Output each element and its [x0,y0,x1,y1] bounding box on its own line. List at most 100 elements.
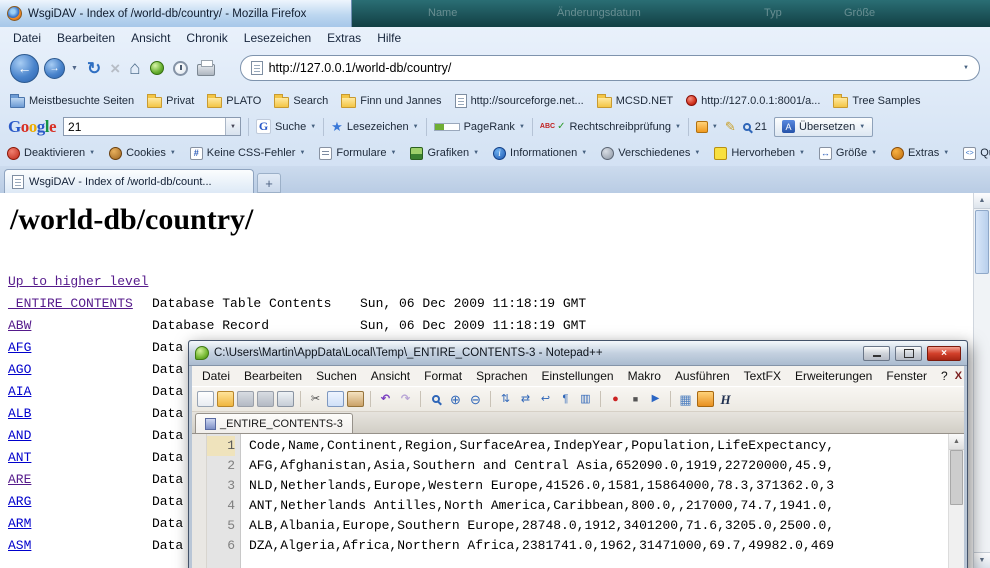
print-icon[interactable] [197,64,215,76]
bookmark-link[interactable]: http://127.0.0.1:8001/a... [686,95,820,107]
show-all-characters-icon[interactable] [557,391,574,407]
webdev-information[interactable]: Informationen▼ [493,147,587,160]
entry-link[interactable]: ABW [8,318,31,333]
webdev-miscellaneous[interactable]: Verschiedenes▼ [601,147,700,160]
close-document-icon[interactable]: X [955,370,970,382]
entry-link[interactable]: ARE [8,472,31,487]
npp-menu-makro[interactable]: Makro [621,368,668,384]
webdev-disable[interactable]: Deaktivieren▼ [7,147,95,160]
history-clock-icon[interactable] [173,61,188,76]
menu-datei[interactable]: Datei [5,29,49,47]
npp-menu-ausfuehren[interactable]: Ausführen [668,368,737,384]
highlighter-button[interactable]: ✎ [725,120,736,133]
notepad-titlebar[interactable]: C:\Users\Martin\AppData\Local\Temp\_ENTI… [189,341,967,366]
webdev-viewsource[interactable]: Quellte [963,147,990,160]
bookmark-folder[interactable]: Privat [147,94,194,108]
bookmark-most-visited[interactable]: Meistbesuchte Seiten [10,94,134,108]
webdev-css[interactable]: Keine CSS-Fehler▼ [190,147,306,160]
autofill-button[interactable]: ▼ [696,121,718,133]
document-map-icon[interactable] [677,391,694,407]
bookmark-folder[interactable]: Finn und Jannes [341,94,441,108]
webdev-resize[interactable]: Größe▼ [819,147,877,160]
html-preview-icon[interactable] [717,391,734,407]
location-dropdown-icon[interactable]: ▼ [963,65,969,71]
copy-icon[interactable] [327,391,344,407]
maximize-button[interactable] [895,346,922,361]
entry-link[interactable]: AND [8,428,31,443]
bookmark-folder[interactable]: Search [274,94,328,108]
menu-bearbeiten[interactable]: Bearbeiten [49,29,123,47]
entry-link[interactable]: AIA [8,384,31,399]
menu-ansicht[interactable]: Ansicht [123,29,178,47]
paste-icon[interactable] [347,391,364,407]
redo-icon[interactable] [397,391,414,407]
reload-icon[interactable]: ↻ [87,60,101,77]
history-dropdown-icon[interactable]: ▼ [71,65,78,72]
npp-menu-sprachen[interactable]: Sprachen [469,368,534,384]
npp-menu-suchen[interactable]: Suchen [309,368,364,384]
textfx-icon[interactable] [697,391,714,407]
entry-link[interactable]: ARG [8,494,31,509]
scroll-down-icon[interactable]: ▼ [974,552,990,568]
webdev-outline[interactable]: Hervorheben▼ [714,147,805,160]
play-macro-icon[interactable] [647,391,664,407]
open-file-icon[interactable] [217,391,234,407]
scroll-thumb[interactable] [950,450,963,505]
google-search-box[interactable]: ▼ [63,117,241,136]
save-all-icon[interactable] [257,391,274,407]
bookmark-margin[interactable] [192,434,207,568]
pagerank-widget[interactable]: PageRank▼ [434,121,525,133]
location-bar[interactable]: ▼ [240,55,980,81]
close-button[interactable] [927,346,961,361]
find-icon[interactable] [427,391,444,407]
scroll-thumb[interactable] [975,210,989,274]
google-search-input[interactable] [64,120,225,134]
indent-guide-icon[interactable] [577,391,594,407]
cut-icon[interactable] [307,391,324,407]
greasemonkey-icon[interactable] [150,61,164,75]
stop-icon[interactable]: × [110,60,120,77]
scroll-up-icon[interactable]: ▲ [949,434,964,450]
bookmark-folder[interactable]: PLATO [207,94,261,108]
zoom-out-icon[interactable] [467,391,484,407]
menu-hilfe[interactable]: Hilfe [369,29,409,47]
new-file-icon[interactable] [197,391,214,407]
sync-scroll-horizontal-icon[interactable] [517,391,534,407]
entry-link[interactable]: AFG [8,340,31,355]
home-icon[interactable]: ⌂ [129,59,140,78]
save-icon[interactable] [237,391,254,407]
menu-lesezeichen[interactable]: Lesezeichen [236,29,319,47]
webdev-cookies[interactable]: Cookies▼ [109,147,176,160]
search-history-dropdown-icon[interactable]: ▼ [225,118,240,135]
google-search-button[interactable]: GSuche▼ [256,119,316,134]
entry-link[interactable]: AGO [8,362,31,377]
npp-menu-ansicht[interactable]: Ansicht [364,368,417,384]
document-tab[interactable]: _ENTIRE_CONTENTS-3 [195,413,353,433]
editor-scrollbar[interactable]: ▲ [948,434,964,568]
undo-icon[interactable] [377,391,394,407]
bookmark-link[interactable]: http://sourceforge.net... [455,94,584,108]
google-bookmarks-button[interactable]: ★Lesezeichen▼ [331,120,418,133]
word-find-button[interactable]: 21 [743,121,767,133]
npp-menu-erweiterungen[interactable]: Erweiterungen [788,368,879,384]
back-button[interactable]: ← [10,54,39,83]
webdev-tools[interactable]: Extras▼ [891,147,949,160]
translate-button[interactable]: AÜbersetzen▼ [774,117,873,137]
npp-menu-format[interactable]: Format [417,368,469,384]
npp-menu-textfx[interactable]: TextFX [737,368,788,384]
bookmark-folder[interactable]: Tree Samples [833,94,920,108]
firefox-titlebar[interactable]: WsgiDAV - Index of /world-db/country/ - … [0,0,352,27]
entry-link[interactable]: ALB [8,406,31,421]
spellcheck-button[interactable]: ABC✓Rechtschreibprüfung▼ [540,121,681,133]
npp-menu-datei[interactable]: Datei [195,368,237,384]
entry-link[interactable]: ANT [8,450,31,465]
url-input[interactable] [269,61,957,75]
new-tab-button[interactable] [257,173,281,193]
word-wrap-icon[interactable] [537,391,554,407]
scroll-up-icon[interactable]: ▲ [974,193,990,209]
page-scrollbar[interactable]: ▲ ▼ [973,193,990,568]
menu-chronik[interactable]: Chronik [178,29,235,47]
sync-scroll-vertical-icon[interactable] [497,391,514,407]
minimize-button[interactable] [863,346,890,361]
forward-button[interactable]: → [44,58,65,79]
